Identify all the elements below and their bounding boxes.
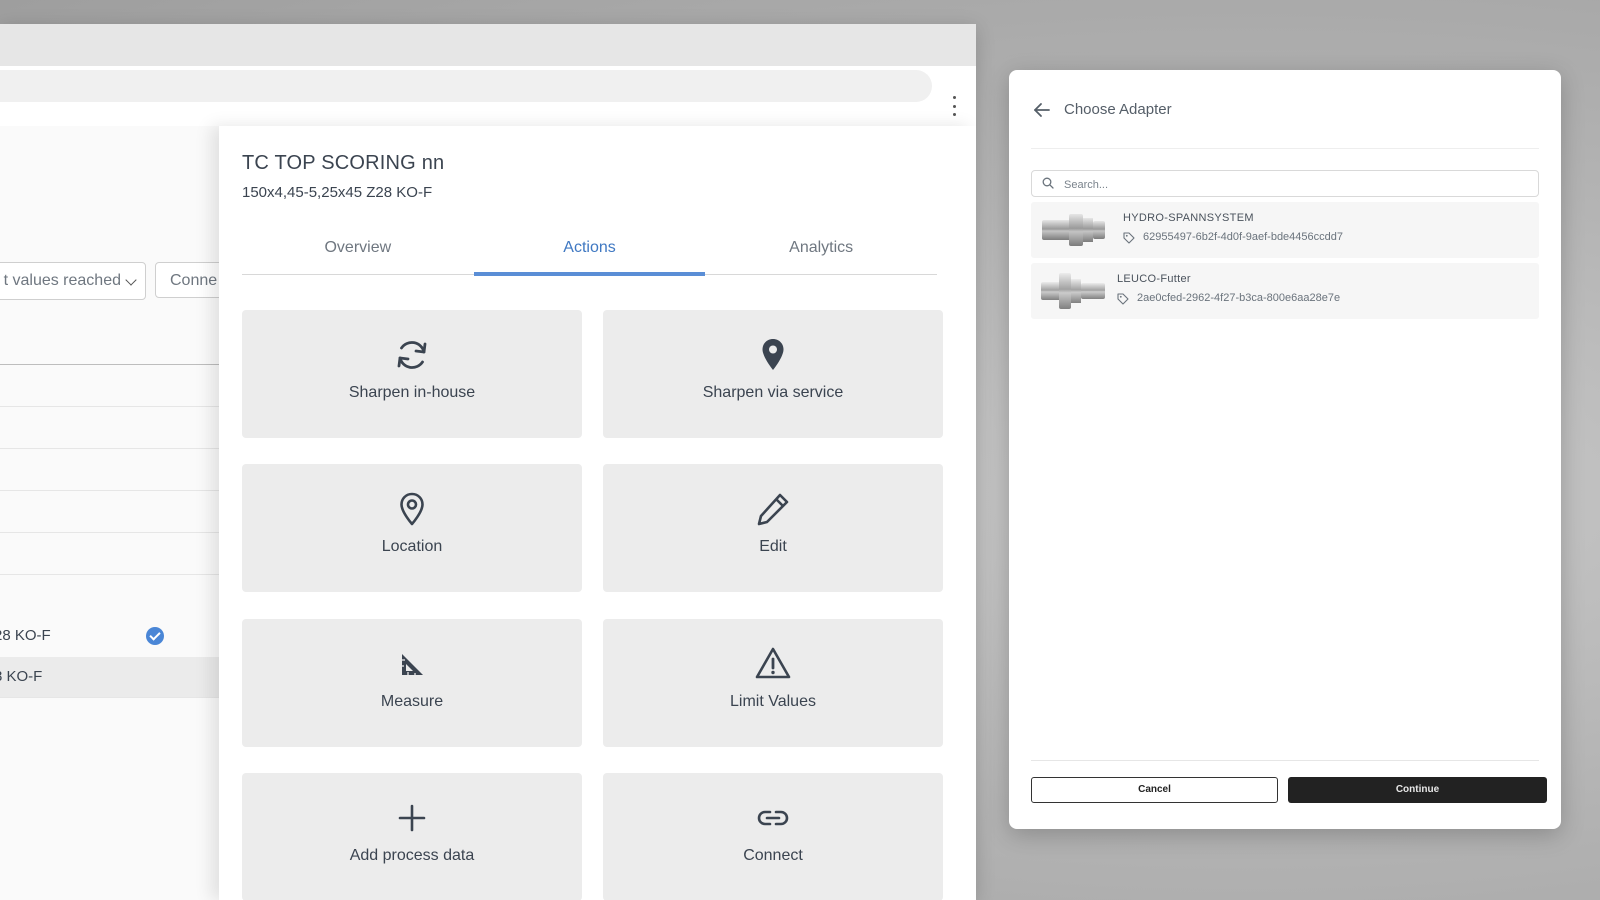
add-process-data-button[interactable]: Add process data — [242, 773, 582, 900]
action-label: Measure — [380, 693, 444, 710]
divider — [1031, 760, 1539, 761]
choose-adapter-dialog: Choose Adapter HYDRO-SPANNSYSTEM 6295549… — [1009, 70, 1561, 829]
row-divider — [0, 532, 240, 533]
list-item-label: 28 KO-F — [0, 627, 51, 644]
tool-specification: 150x4,45-5,25x45 Z28 KO-F — [242, 184, 433, 201]
tag-icon — [1123, 232, 1135, 244]
tab-actions[interactable]: Actions — [473, 228, 706, 276]
map-pin-outline-icon — [400, 492, 424, 526]
filter-label: t values reached — [3, 272, 121, 289]
chevron-down-icon — [125, 274, 137, 286]
list-item-selected[interactable]: 8 KO-F — [0, 657, 240, 697]
row-divider — [0, 490, 240, 491]
limit-values-button[interactable]: Limit Values — [603, 619, 943, 747]
row-divider — [0, 574, 240, 575]
action-label: Location — [381, 538, 443, 555]
action-label: Sharpen in-house — [348, 384, 476, 401]
tab-bar: Overview Actions Analytics — [242, 228, 937, 276]
list-item-label: 8 KO-F — [0, 668, 43, 685]
warning-triangle-icon — [755, 647, 791, 679]
adapter-list-item[interactable]: LEUCO-Futter 2ae0cfed-2962-4f27-b3ca-800… — [1031, 263, 1539, 319]
tool-detail-panel: TC TOP SCORING nn 150x4,45-5,25x45 Z28 K… — [219, 126, 976, 900]
row-divider — [0, 448, 240, 449]
location-button[interactable]: Location — [242, 464, 582, 592]
page-title: TC TOP SCORING nn — [242, 152, 445, 174]
continue-button[interactable]: Continue — [1288, 777, 1547, 803]
edit-button[interactable]: Edit — [603, 464, 943, 592]
action-label: Connect — [743, 847, 803, 864]
more-options-icon[interactable] — [950, 96, 958, 116]
row-divider — [0, 697, 240, 698]
map-pin-filled-icon — [762, 339, 784, 370]
sharpen-in-house-button[interactable]: Sharpen in-house — [242, 310, 582, 438]
table-header-divider — [0, 364, 240, 365]
search-box — [1031, 170, 1539, 198]
sharpen-via-service-button[interactable]: Sharpen via service — [603, 310, 943, 438]
connect-filter-label: Conne — [170, 272, 218, 289]
tab-analytics[interactable]: Analytics — [705, 228, 937, 274]
dialog-title: Choose Adapter — [1064, 101, 1172, 118]
tag-icon — [1117, 293, 1129, 305]
action-label: Sharpen via service — [702, 384, 844, 401]
adapter-thumbnail — [1042, 214, 1105, 246]
action-label: Add process data — [349, 847, 475, 864]
pencil-icon — [757, 493, 789, 526]
adapter-name: HYDRO-SPANNSYSTEM — [1123, 212, 1254, 224]
action-label: Edit — [759, 538, 787, 555]
set-square-icon — [402, 654, 423, 675]
plus-icon — [398, 804, 426, 832]
refresh-icon — [397, 341, 427, 369]
adapter-thumbnail — [1041, 273, 1105, 309]
row-divider — [0, 406, 240, 407]
adapter-list-item[interactable]: HYDRO-SPANNSYSTEM 62955497-6b2f-4d0f-9ae… — [1031, 202, 1539, 258]
check-circle-icon — [146, 627, 164, 645]
browser-window: t values reached Conne 28 KO-F 8 KO-F TC… — [0, 24, 976, 900]
cancel-button[interactable]: Cancel — [1031, 777, 1278, 803]
address-bar[interactable] — [0, 70, 932, 102]
browser-titlebar — [0, 24, 976, 66]
search-icon — [1042, 177, 1054, 189]
tab-overview[interactable]: Overview — [242, 228, 474, 274]
search-input[interactable] — [1062, 171, 1526, 198]
tool-list-background: t values reached Conne 28 KO-F 8 KO-F — [0, 126, 275, 900]
arrow-left-icon[interactable] — [1033, 102, 1051, 118]
limit-values-filter-dropdown[interactable]: t values reached — [0, 262, 146, 300]
measure-button[interactable]: Measure — [242, 619, 582, 747]
link-icon — [757, 810, 789, 826]
divider — [1031, 148, 1539, 149]
connect-button[interactable]: Connect — [603, 773, 943, 900]
list-item[interactable]: 28 KO-F — [0, 616, 240, 656]
adapter-name: LEUCO-Futter — [1117, 273, 1191, 285]
action-label: Limit Values — [730, 693, 816, 710]
adapter-id: 2ae0cfed-2962-4f27-b3ca-800e6aa28e7e — [1137, 292, 1341, 304]
adapter-id: 62955497-6b2f-4d0f-9aef-bde4456ccdd7 — [1143, 231, 1343, 243]
